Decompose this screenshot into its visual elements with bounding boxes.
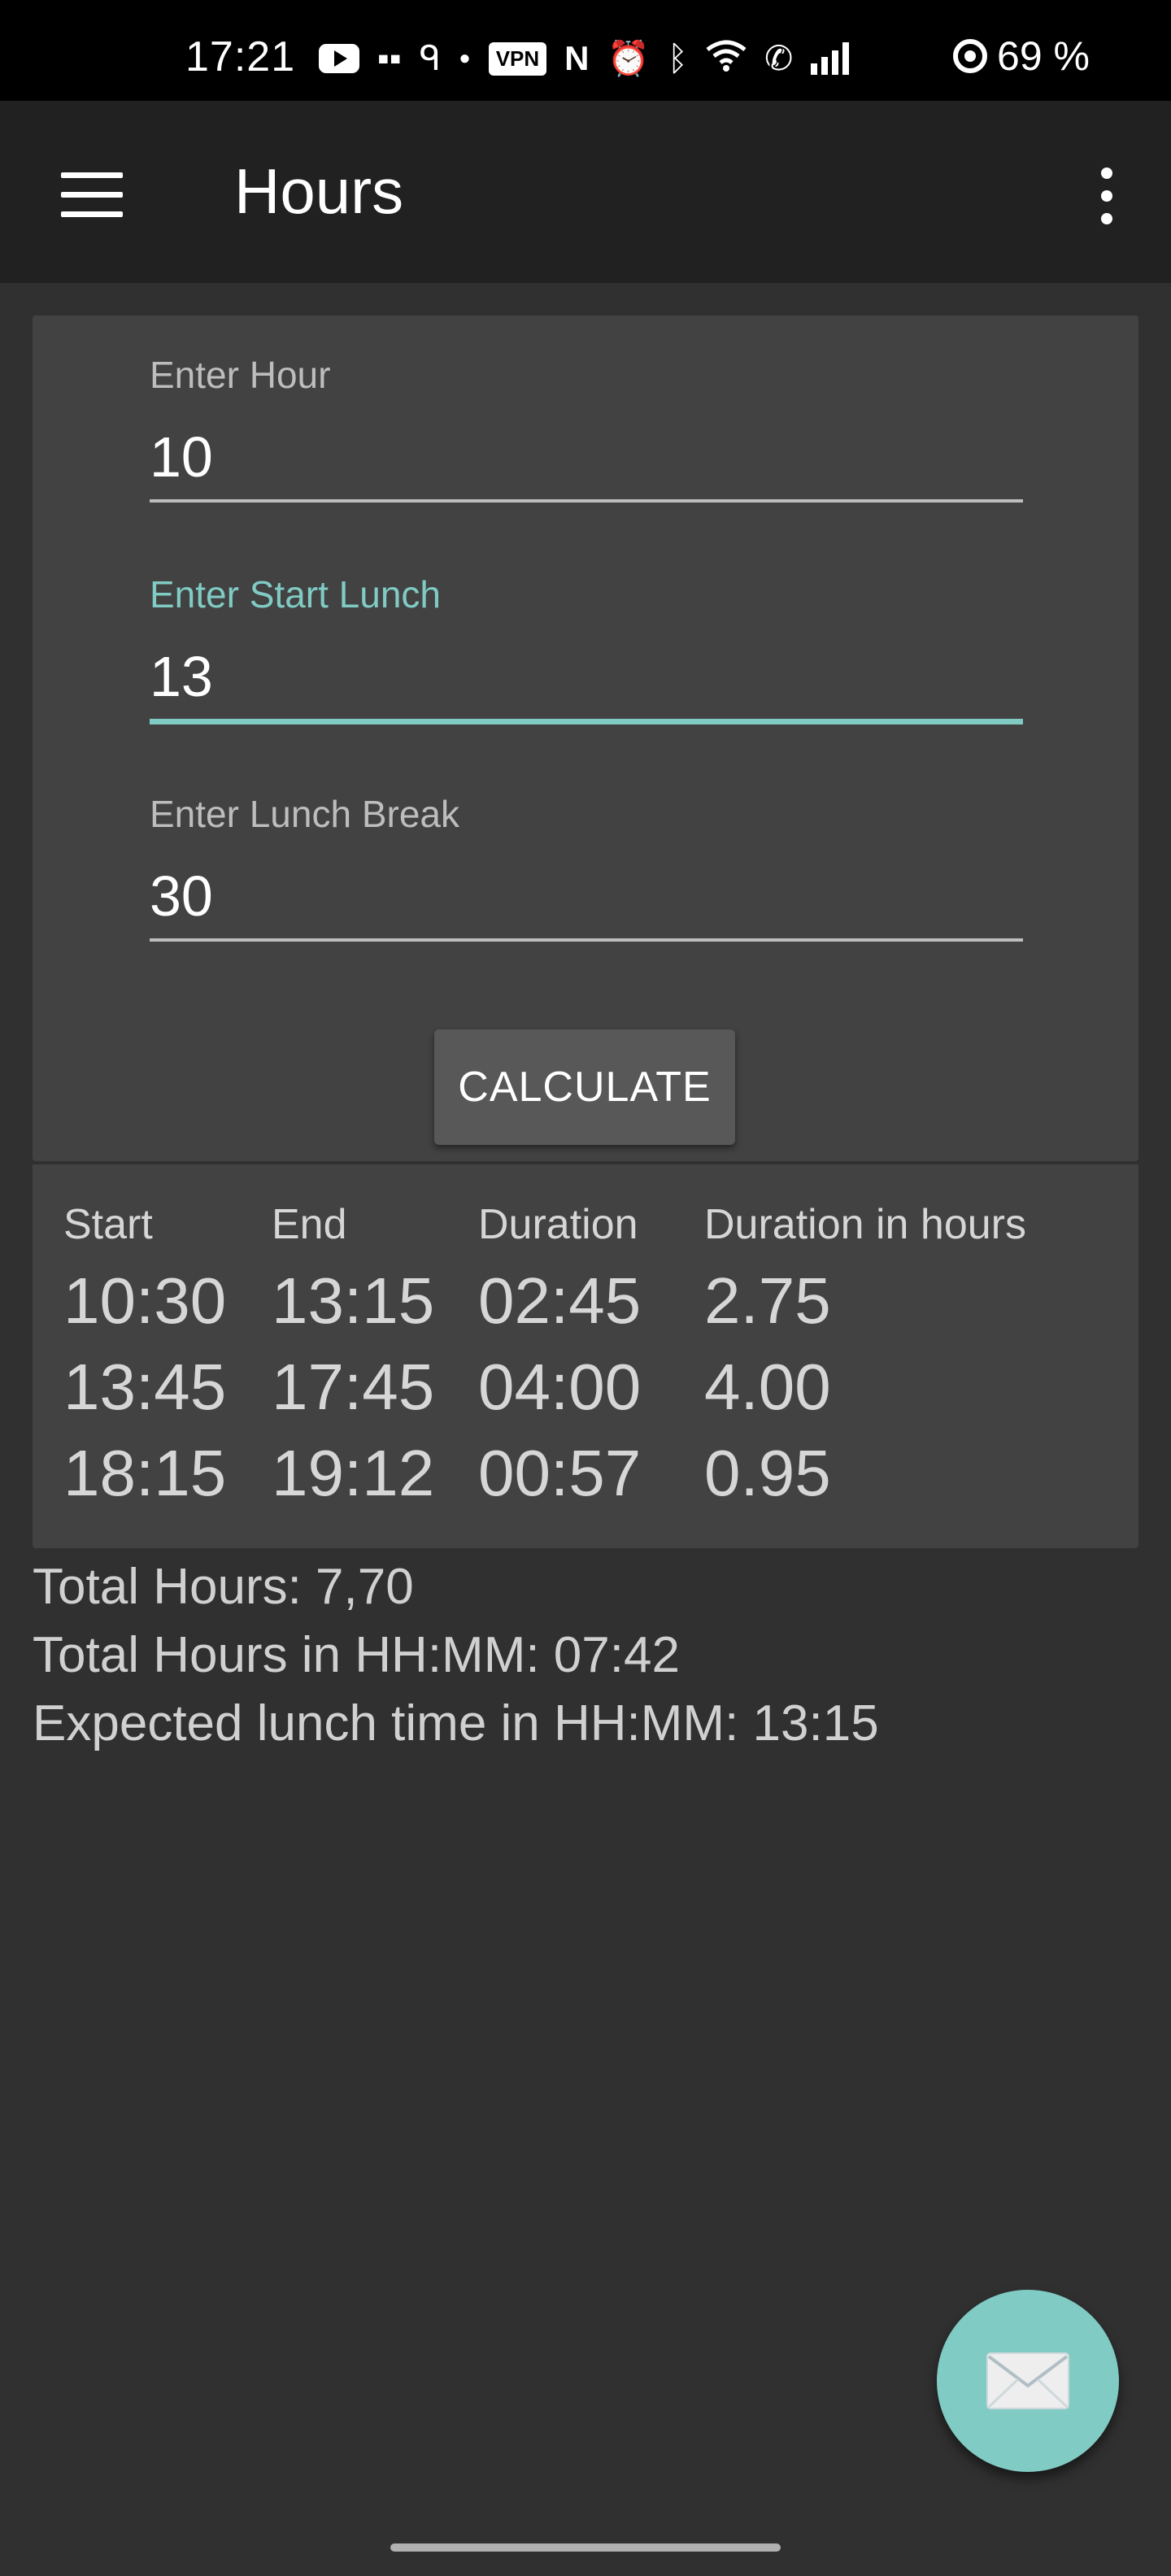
header-end: End (272, 1201, 347, 1248)
vpn-icon: VPN (488, 41, 547, 76)
nfc-icon: N (564, 39, 590, 77)
expected-lunch-text: Expected lunch time in HH:MM: 13:15 (33, 1695, 879, 1751)
lunch-break-label: Enter Lunch Break (150, 793, 460, 835)
lunch-break-field: Enter Lunch Break (150, 792, 1023, 942)
bluetooth-icon: ᛒ (667, 39, 688, 77)
input-card: Enter Hour Enter Start Lunch Enter Lunch… (33, 315, 1138, 1161)
total-hhmm-text: Total Hours in HH:MM: 07:42 (33, 1627, 680, 1683)
calculate-button[interactable]: CALCULATE (434, 1029, 735, 1145)
battery-icon (953, 39, 988, 73)
wifi-icon (706, 40, 747, 78)
table-cell: 0.95 (704, 1437, 831, 1509)
hour-field: Enter Hour (150, 353, 1023, 503)
more-vertical-icon[interactable] (1073, 159, 1138, 233)
page-title: Hours (234, 155, 404, 227)
youtube-icon (319, 44, 359, 73)
messages-icon: ▪▪ (377, 39, 402, 77)
table-cell: 18:15 (63, 1437, 227, 1509)
status-time: 17:21 (185, 33, 296, 80)
status-icons-left: ▪▪ ᑫ ● VPN N ⏰ ᛒ ✆ (319, 36, 850, 81)
app-bar: Hours (0, 101, 1171, 283)
table-cell: 19:12 (272, 1437, 435, 1509)
table-cell: 4.00 (704, 1351, 831, 1423)
signal-icon (811, 42, 850, 75)
location-icon: ᑫ (419, 39, 442, 77)
table-cell: 13:45 (63, 1351, 227, 1423)
alarm-icon: ⏰ (607, 39, 650, 77)
mail-fab-button[interactable] (937, 2290, 1119, 2472)
totals-section: Total Hours: 7,70 Total Hours in HH:MM: … (33, 1553, 879, 1758)
header-duration-hours: Duration in hours (704, 1201, 1026, 1248)
dot-icon: ● (459, 47, 471, 69)
battery-percent: 69 % (997, 33, 1090, 79)
wifi-calling-icon: ✆ (764, 39, 794, 77)
header-duration: Duration (478, 1201, 638, 1248)
table-cell: 00:57 (478, 1437, 642, 1509)
table-cell: 17:45 (272, 1351, 435, 1423)
start-lunch-input[interactable] (150, 644, 1023, 724)
nav-gesture-handle[interactable] (390, 2543, 781, 2552)
start-lunch-label: Enter Start Lunch (150, 573, 441, 616)
hour-label: Enter Hour (150, 354, 331, 396)
total-hours-text: Total Hours: 7,70 (33, 1559, 414, 1615)
table-cell: 10:30 (63, 1264, 227, 1337)
status-icons-right: 69 % (953, 33, 1090, 80)
results-table: Start End Duration Duration in hours 10:… (33, 1164, 1138, 1548)
table-cell: 13:15 (272, 1264, 435, 1337)
status-bar: 17:21 ▪▪ ᑫ ● VPN N ⏰ ᛒ ✆ 69 % (0, 0, 1171, 101)
hour-input[interactable] (150, 424, 1023, 503)
mail-icon (986, 2352, 1069, 2409)
lunch-break-input[interactable] (150, 864, 1023, 942)
table-cell: 04:00 (478, 1351, 642, 1423)
header-start: Start (63, 1201, 153, 1248)
start-lunch-field: Enter Start Lunch (150, 572, 1023, 724)
table-cell: 2.75 (704, 1264, 831, 1337)
table-cell: 02:45 (478, 1264, 642, 1337)
hamburger-menu-icon[interactable] (49, 164, 130, 229)
